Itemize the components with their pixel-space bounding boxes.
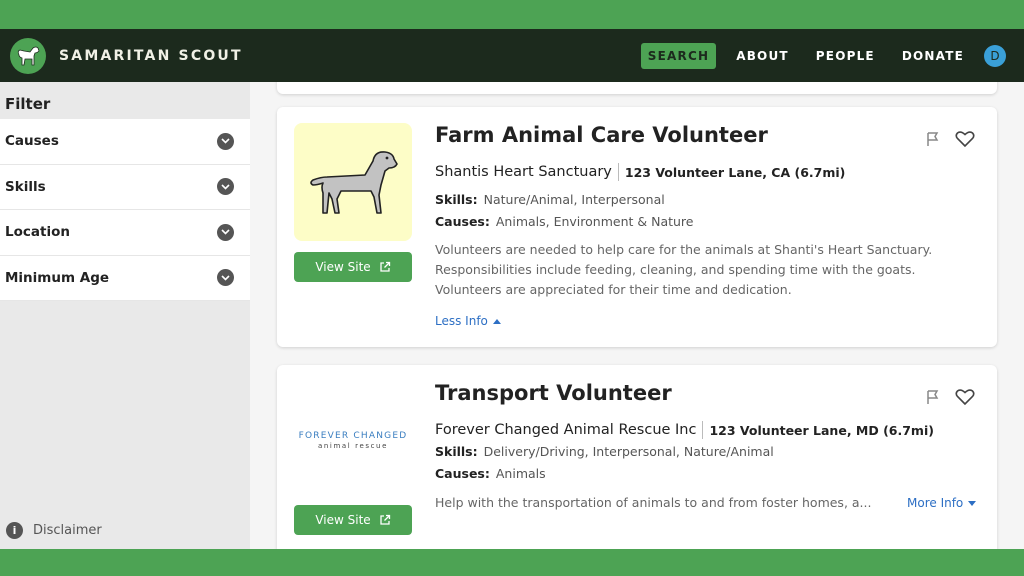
heart-icon[interactable]	[955, 130, 975, 148]
less-info-link[interactable]: Less Info	[435, 314, 501, 328]
listing-image	[294, 123, 412, 241]
caret-up-icon	[492, 318, 501, 324]
nav-donate[interactable]: DONATE	[895, 43, 971, 69]
main-nav: SEARCH ABOUT PEOPLE DONATE D	[640, 29, 1024, 82]
view-site-label: View Site	[315, 513, 371, 527]
heart-icon[interactable]	[955, 388, 975, 406]
disclaimer-text: Disclaimer	[33, 523, 102, 538]
causes-value: Animals, Environment & Nature	[495, 214, 694, 229]
skills-label: Skills:	[435, 192, 478, 207]
divider	[702, 421, 704, 439]
nav-search[interactable]: SEARCH	[640, 42, 717, 69]
filter-causes[interactable]: Causes	[0, 119, 250, 165]
org-logo-text: FOREVER CHANGED	[298, 430, 408, 441]
external-link-icon	[379, 261, 391, 273]
more-info-link[interactable]: More Info	[907, 496, 977, 510]
listing-description: Volunteers are needed to help care for t…	[435, 242, 933, 297]
caret-down-icon	[968, 500, 977, 506]
previous-card	[277, 82, 997, 94]
flag-icon[interactable]	[925, 389, 941, 405]
filter-label: Minimum Age	[5, 269, 110, 286]
listing-causes: Causes: Animals	[435, 466, 546, 481]
skills-label: Skills:	[435, 444, 478, 459]
chevron-down-icon[interactable]	[217, 269, 234, 287]
listing-actions	[911, 388, 975, 406]
chevron-down-icon[interactable]	[217, 132, 234, 150]
listing-title[interactable]: Transport Volunteer	[435, 381, 672, 405]
filter-title: Filter	[5, 95, 51, 113]
listing-skills: Skills: Delivery/Driving, Interpersonal, …	[435, 444, 774, 459]
causes-value: Animals	[495, 466, 546, 481]
org-location: 123 Volunteer Lane, MD (6.7mi)	[709, 422, 934, 438]
view-site-label: View Site	[315, 260, 371, 274]
more-info-label: More Info	[907, 496, 964, 510]
org-line: Shantis Heart Sanctuary 123 Volunteer La…	[435, 163, 845, 181]
flag-icon[interactable]	[925, 131, 941, 147]
listing-actions	[911, 130, 975, 148]
filter-minimum-age[interactable]: Minimum Age	[0, 255, 250, 301]
filter-label: Location	[5, 224, 70, 241]
user-avatar[interactable]: D	[984, 44, 1006, 67]
divider	[617, 163, 619, 181]
listing-skills: Skills: Nature/Animal, Interpersonal	[435, 192, 665, 207]
filter-label: Causes	[5, 133, 59, 150]
causes-label: Causes:	[435, 214, 490, 229]
info-icon: i	[6, 522, 23, 539]
listing-card: View Site Farm Animal Care Volunteer Sha…	[277, 107, 997, 347]
org-name[interactable]: Shantis Heart Sanctuary	[435, 164, 612, 180]
view-site-button[interactable]: View Site	[294, 505, 412, 535]
filter-location[interactable]: Location	[0, 210, 250, 256]
nav-people[interactable]: PEOPLE	[809, 43, 882, 69]
listing-card: FOREVER CHANGED animal rescue View Site …	[277, 365, 997, 549]
listing-causes: Causes: Animals, Environment & Nature	[435, 214, 694, 229]
org-logo-subtext: animal rescue	[317, 441, 389, 450]
dog-icon	[310, 151, 398, 214]
skills-value: Nature/Animal, Interpersonal	[483, 192, 665, 207]
disclaimer-link[interactable]: i Disclaimer	[6, 522, 102, 539]
results-list: View Site Farm Animal Care Volunteer Sha…	[250, 82, 1024, 549]
skills-value: Delivery/Driving, Interpersonal, Nature/…	[483, 444, 774, 459]
brand-name[interactable]: SAMARITAN SCOUT	[59, 48, 243, 64]
causes-label: Causes:	[435, 466, 490, 481]
listing-image: FOREVER CHANGED animal rescue	[294, 381, 412, 499]
dog-logo-icon[interactable]	[10, 37, 46, 74]
org-location: 123 Volunteer Lane, CA (6.7mi)	[624, 164, 846, 180]
filter-sidebar: Filter Causes Skills Location Minimum Ag…	[0, 82, 250, 549]
top-navigation-bar: SAMARITAN SCOUT SEARCH ABOUT PEOPLE DONA…	[0, 29, 1024, 82]
external-link-icon	[379, 514, 391, 526]
less-info-label: Less Info	[435, 314, 488, 328]
nav-about[interactable]: ABOUT	[729, 43, 796, 69]
chevron-down-icon[interactable]	[217, 223, 234, 241]
filter-skills[interactable]: Skills	[0, 164, 250, 210]
org-name[interactable]: Forever Changed Animal Rescue Inc	[435, 422, 696, 438]
org-line: Forever Changed Animal Rescue Inc 123 Vo…	[435, 421, 934, 439]
filter-label: Skills	[5, 178, 46, 195]
listing-description: Help with the transportation of animals …	[435, 495, 872, 510]
view-site-button[interactable]: View Site	[294, 252, 412, 282]
chevron-down-icon[interactable]	[217, 178, 234, 196]
listing-title[interactable]: Farm Animal Care Volunteer	[435, 123, 768, 147]
